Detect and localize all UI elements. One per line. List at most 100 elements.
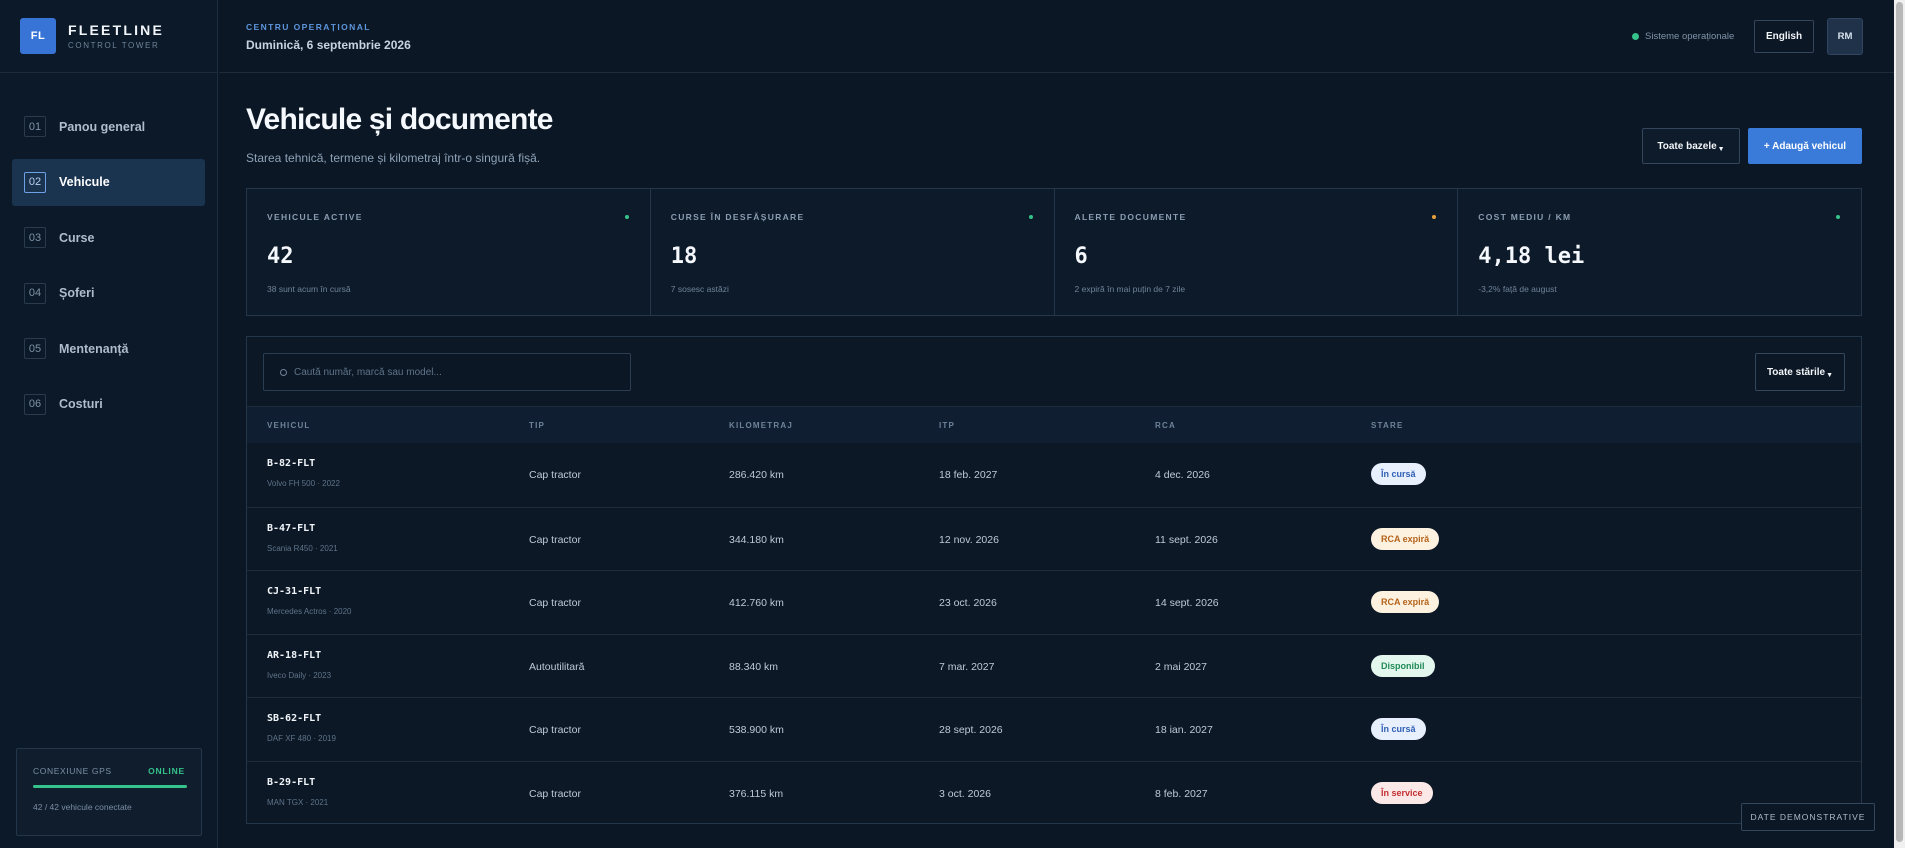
kpi-strip: VEHICULE ACTIVE 42 38 sunt acum în cursă CU… (246, 188, 1862, 316)
kpi-card: ALERTE DOCUMENTE 6 2 expiră în mai puțin d… (1055, 189, 1459, 315)
status-dot-icon (1432, 215, 1437, 219)
rca-date: 2 mai 2027 (1155, 660, 1207, 673)
top-bar: CENTRU OPERAȚIONAL Duminică, 6 septembri… (219, 0, 1894, 73)
kpi-card: COST MEDIU / KM 4,18 lei -3,2% față de aug… (1458, 189, 1861, 315)
kpi-card: VEHICULE ACTIVE 42 38 sunt acum în cursă (247, 189, 651, 315)
kpi-note: -3,2% față de august (1478, 284, 1557, 294)
sidebar-item-curse[interactable]: 03 Curse (12, 214, 205, 261)
table-header: VEHICUL TIP KILOMETRAJ ITP RCA STARE (247, 406, 1861, 443)
gps-status: ONLINE (148, 766, 185, 776)
nav-item-label: Curse (59, 230, 95, 245)
kpi-label: VEHICULE ACTIVE (267, 212, 363, 222)
page-title: Vehicule și documente (246, 103, 553, 136)
gps-vehicle-count: 42 / 42 vehicule conectate (33, 802, 132, 812)
nav-item-number: 06 (24, 393, 46, 415)
nav-item-number: 01 (24, 116, 46, 137)
sidebar-item-mentenanta[interactable]: 05 Mentenanță (12, 325, 205, 372)
brand-subtitle: CONTROL TOWER (68, 41, 160, 50)
nav-item-label: Șoferi (59, 286, 95, 301)
rca-date: 18 ian. 2027 (1155, 724, 1213, 736)
column-header: ITP (939, 421, 956, 430)
page-subtitle: Starea tehnică, termene și kilometraj în… (246, 151, 541, 165)
rca-date: 4 dec. 2026 (1155, 469, 1210, 481)
status-filter-label: Toate stările (1766, 366, 1826, 378)
kpi-value: 18 (670, 244, 698, 269)
chevron-down-icon: ▼ (1826, 371, 1834, 379)
gps-progress-bar (33, 785, 187, 788)
brand[interactable]: FL FLEETLINE CONTROL TOWER (0, 0, 217, 73)
table-row[interactable]: SB-62-FLT DAF XF 480 · 2019 Cap tractor 538… (247, 697, 1861, 761)
vehicle-model: Scania R450 · 2021 (267, 543, 338, 553)
table-row[interactable]: AR-18-FLT Iveco Daily · 2023 Autoutilitară… (247, 633, 1861, 698)
status-dot-icon (1028, 215, 1033, 219)
rca-date: 11 sept. 2026 (1155, 533, 1218, 546)
system-status-text: Sisteme operaționale (1645, 31, 1735, 42)
vehicle-mileage: 376.115 km (729, 787, 784, 800)
current-date: Duminică, 6 septembrie 2026 (246, 38, 411, 52)
add-vehicle-button[interactable]: + Adaugă vehicul (1748, 128, 1862, 164)
nav-item-label: Costuri (59, 397, 103, 412)
status-badge: RCA expiră (1371, 591, 1440, 613)
sidebar-nav: 01 Panou general 02 Vehicule 03 Curse 04 Șoferi… (0, 73, 217, 428)
vehicle-model: Mercedes Actros · 2020 (267, 607, 352, 616)
status-badge: În service (1371, 781, 1433, 804)
table-row[interactable]: B-82-FLT Volvo FH 500 · 2022 Cap tractor 28… (247, 443, 1861, 507)
vehicle-type: Cap tractor (529, 469, 581, 481)
vehicle-mileage: 344.180 km (729, 533, 784, 546)
kpi-value: 42 (267, 244, 294, 269)
table-row[interactable]: B-47-FLT Scania R450 · 2021 Cap tractor 344… (247, 506, 1861, 571)
status-badge: Disponibil (1371, 654, 1435, 677)
bases-filter-button[interactable]: Toate bazele ▼ (1642, 128, 1740, 164)
sidebar-item-vehicule[interactable]: 02 Vehicule (12, 158, 205, 206)
user-avatar-button[interactable]: RM (1827, 18, 1863, 55)
status-dot-icon (624, 215, 629, 219)
scrollbar[interactable] (1894, 0, 1905, 848)
rca-date: 14 sept. 2026 (1155, 597, 1219, 609)
nav-item-label: Panou general (59, 119, 146, 134)
itp-date: 12 nov. 2026 (939, 533, 999, 546)
vehicle-plate: B-29-FLT (267, 776, 316, 788)
status-filter-button[interactable]: Toate stările ▼ (1755, 353, 1845, 391)
gps-title: CONEXIUNE GPS (33, 766, 112, 776)
column-header: KILOMETRAJ (729, 421, 793, 430)
kpi-label: COST MEDIU / KM (1478, 212, 1572, 222)
nav-item-label: Mentenanță (59, 341, 129, 356)
sidebar-item-costuri[interactable]: 06 Costuri (12, 381, 205, 428)
section-label: CENTRU OPERAȚIONAL (246, 22, 371, 32)
rca-date: 8 feb. 2027 (1155, 787, 1208, 800)
nav-item-number: 03 (24, 227, 46, 249)
itp-date: 23 oct. 2026 (939, 597, 997, 609)
kpi-note: 38 sunt acum în cursă (267, 284, 351, 294)
table-row[interactable]: CJ-31-FLT Mercedes Actros · 2020 Cap tract… (247, 570, 1861, 634)
itp-date: 18 feb. 2027 (939, 469, 998, 481)
nav-item-label: Vehicule (59, 175, 110, 190)
language-button[interactable]: English (1754, 20, 1814, 53)
column-header: RCA (1155, 421, 1176, 430)
itp-date: 7 mar. 2027 (939, 660, 995, 673)
vehicle-model: Iveco Daily · 2023 (267, 670, 332, 680)
kpi-card: CURSE ÎN DESFĂȘURARE 18 7 sosesc astăzi (651, 189, 1055, 315)
brand-name: FLEETLINE (68, 22, 165, 38)
sidebar-item-soferi[interactable]: 04 Șoferi (12, 270, 205, 317)
vehicle-plate: CJ-31-FLT (267, 586, 322, 597)
vehicle-plate: B-47-FLT (267, 522, 316, 534)
vehicle-mileage: 88.340 km (729, 660, 779, 673)
itp-date: 3 oct. 2026 (939, 787, 991, 800)
column-header: STARE (1371, 421, 1404, 430)
table-body: B-82-FLT Volvo FH 500 · 2022 Cap tractor 28… (247, 443, 1861, 824)
sidebar-item-panou-general[interactable]: 01 Panou general (12, 103, 205, 150)
search-input[interactable]: Caută număr, marcă sau model... (263, 353, 631, 391)
vehicle-plate: B-82-FLT (267, 458, 316, 469)
status-badge: În cursă (1371, 463, 1426, 485)
vehicle-type: Autoutilitară (529, 660, 585, 673)
status-badge: RCA expiră (1371, 527, 1440, 550)
vehicle-model: DAF XF 480 · 2019 (267, 734, 336, 743)
vehicle-mileage: 286.420 km (729, 469, 784, 481)
table-row[interactable]: B-29-FLT MAN TGX · 2021 Cap tractor 376.115… (247, 760, 1861, 825)
vehicle-plate: SB-62-FLT (267, 713, 322, 724)
vehicle-model: Volvo FH 500 · 2022 (267, 479, 340, 488)
nav-item-number: 05 (24, 338, 46, 360)
chevron-down-icon: ▼ (1717, 145, 1725, 153)
vehicles-table-panel: Caută număr, marcă sau model... Toate st… (246, 336, 1862, 824)
scrollbar-thumb[interactable] (1896, 2, 1903, 842)
